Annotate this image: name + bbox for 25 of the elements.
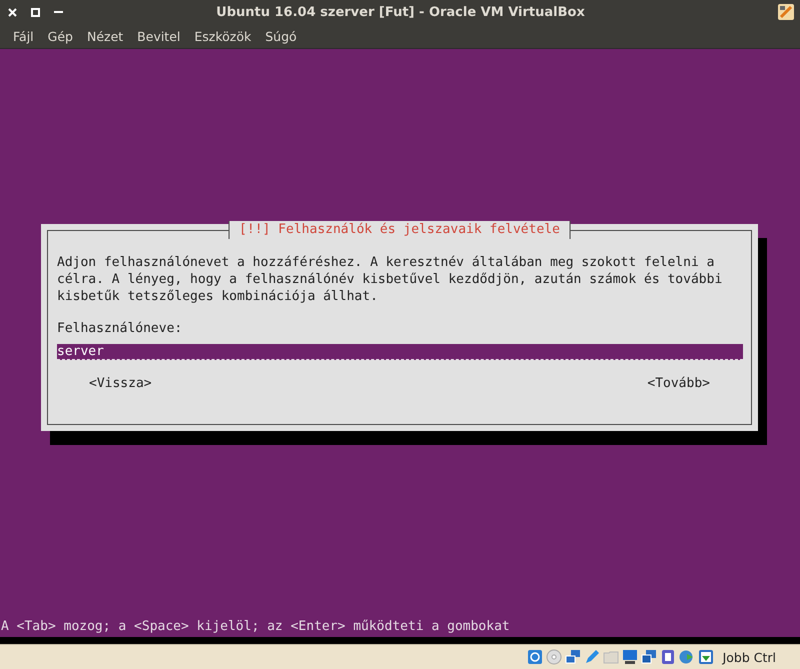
host-key-label: Jobb Ctrl: [722, 650, 776, 664]
back-button[interactable]: <Vissza>: [89, 376, 152, 391]
minimize-icon[interactable]: [54, 10, 63, 14]
network-icon[interactable]: [564, 649, 581, 665]
close-icon[interactable]: [8, 8, 17, 16]
menu-item[interactable]: Súgó: [258, 28, 304, 44]
pen-icon[interactable]: [584, 649, 600, 665]
menu-item[interactable]: Nézet: [80, 28, 130, 44]
menu-item[interactable]: Eszközök: [187, 28, 258, 44]
dialog-title: [!!] Felhasználók és jelszavaik felvétele: [228, 221, 571, 239]
window-title: Ubuntu 16.04 szerver [Fut] - Oracle VM VirtualBox: [215, 4, 586, 20]
key-hint-text: A <Tab> mozog; a <Space> kijelöl; az <Enter> működteti a gombokat: [0, 619, 511, 636]
download-icon[interactable]: [698, 649, 714, 665]
description-text: Adjon felhasználónevet a hozzáféréshez. A keresztnév általában meg szokott felelni a célra. A lényeg, hogy a felhasználónév kisbetűvel kezdődjön, azután számok és további kisbetűk tetszőleges kombinációja állhat.: [57, 254, 722, 305]
globe-icon[interactable]: [678, 649, 695, 665]
menu-item[interactable]: Gép: [40, 28, 80, 44]
menu-item[interactable]: Bevitel: [130, 28, 188, 44]
monitor-icon[interactable]: [622, 649, 638, 665]
maximize-icon[interactable]: [31, 8, 40, 16]
username-field[interactable]: server: [57, 344, 743, 360]
app-icon: [778, 4, 794, 20]
next-button[interactable]: <Tovább>: [647, 376, 710, 391]
field-label: Felhasználóneve:: [57, 320, 184, 337]
menu-item[interactable]: Fájl: [6, 28, 41, 44]
windows-icon[interactable]: [640, 649, 657, 665]
